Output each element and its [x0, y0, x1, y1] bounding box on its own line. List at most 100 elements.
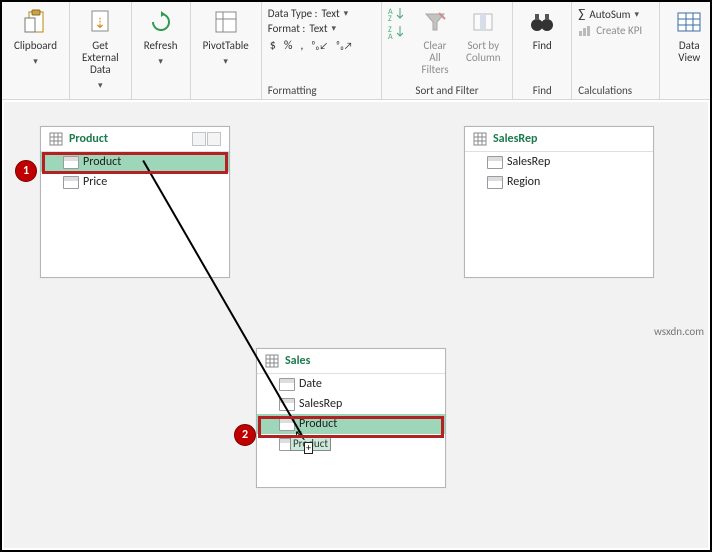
- datatype-row[interactable]: Data Type : Text ▾: [268, 6, 375, 21]
- autosum-label: AutoSum: [589, 8, 630, 21]
- formatting-group-label: Formatting: [268, 80, 375, 97]
- group-refresh: Refresh ▾: [132, 2, 191, 99]
- percent-button[interactable]: %: [284, 39, 293, 53]
- currency-button[interactable]: $: [270, 39, 276, 53]
- table-header-buttons: [192, 132, 221, 146]
- svg-text:Z: Z: [388, 14, 392, 22]
- find-button[interactable]: Find: [519, 6, 565, 54]
- external-data-icon: ⇣: [86, 8, 114, 36]
- table-header[interactable]: Sales: [257, 349, 445, 374]
- format-value: Text: [309, 22, 327, 35]
- field-date[interactable]: Date: [257, 374, 445, 394]
- group-clipboard: Clipboard ▾: [2, 2, 70, 99]
- diagram-canvas[interactable]: Product Product Price SalesRep SalesRep …: [4, 102, 708, 548]
- table-icon: [49, 132, 63, 146]
- field-product2[interactable]: Product: [257, 414, 445, 434]
- field-salesrep[interactable]: SalesRep: [465, 152, 653, 172]
- create-kpi-button[interactable]: Create KPI: [578, 23, 653, 38]
- step-badge-1: 1: [15, 160, 37, 182]
- calc-group-label: Calculations: [578, 80, 653, 97]
- group-pivottable: PivotTable ▾: [191, 2, 262, 99]
- field-price[interactable]: Price: [41, 172, 229, 192]
- chevron-down-icon: ▾: [344, 8, 349, 19]
- format-label: Format :: [268, 22, 306, 35]
- sort-by-column-button[interactable]: Sort by Column: [460, 6, 506, 66]
- refresh-label: Refresh: [144, 40, 178, 52]
- data-view-button[interactable]: Data View: [666, 6, 712, 66]
- sort-column-icon: [469, 8, 497, 36]
- decrease-decimal-button[interactable]: ⁰₀↙: [311, 39, 328, 53]
- datatype-label: Data Type :: [268, 7, 318, 20]
- ribbon: Clipboard ▾ ⇣ Get External Data ▾ Refres…: [2, 2, 710, 100]
- field-unit[interactable]: Unit: [257, 434, 445, 454]
- table-name: Sales: [285, 354, 310, 368]
- table-sales[interactable]: Sales Date SalesRep Product Unit: [256, 348, 446, 488]
- field-region[interactable]: Region: [465, 172, 653, 192]
- step-badge-2: 2: [234, 424, 256, 446]
- field-label: Price: [83, 175, 107, 189]
- group-external-data: ⇣ Get External Data ▾: [70, 2, 132, 99]
- chevron-down-icon: ▾: [634, 9, 639, 20]
- clear-filters-button[interactable]: Clear All Filters: [412, 6, 459, 78]
- group-find: Find Find: [513, 2, 572, 99]
- data-view-label: Data View: [678, 40, 700, 64]
- sort-desc-icon[interactable]: ZA: [388, 24, 406, 40]
- table-view-btn2[interactable]: [207, 132, 221, 146]
- group-calculations: ∑ AutoSum ▾ Create KPI Calculations: [572, 2, 660, 99]
- chevron-down-icon: ▾: [98, 80, 103, 91]
- sort-asc-icon[interactable]: AZ: [388, 6, 406, 22]
- chevron-down-icon: ▾: [223, 56, 228, 67]
- table-name: Product: [69, 132, 108, 146]
- external-data-label: Get External Data: [82, 40, 119, 76]
- sortfilter-group-label: Sort and Filter: [415, 80, 478, 97]
- format-row[interactable]: Format : Text ▾: [268, 21, 375, 36]
- field-product[interactable]: Product: [41, 152, 229, 172]
- comma-button[interactable]: ,: [300, 39, 303, 53]
- svg-text:A: A: [388, 32, 393, 40]
- kpi-icon: [578, 25, 592, 37]
- chevron-down-icon: ▾: [33, 56, 38, 67]
- clipboard-button[interactable]: Clipboard ▾: [8, 6, 63, 69]
- increase-decimal-button[interactable]: ⁰₀↗: [336, 39, 353, 53]
- table-salesrep[interactable]: SalesRep SalesRep Region: [464, 126, 654, 278]
- refresh-button[interactable]: Refresh ▾: [138, 6, 184, 69]
- kpi-label: Create KPI: [596, 24, 642, 37]
- group-formatting: Data Type : Text ▾ Format : Text ▾ $ % ,…: [262, 2, 382, 99]
- pivottable-button[interactable]: PivotTable ▾: [197, 6, 255, 69]
- field-label: SalesRep: [299, 397, 342, 411]
- cursor-plus-icon: +: [304, 442, 313, 454]
- sort-column-label: Sort by Column: [466, 40, 501, 64]
- table-header[interactable]: Product: [41, 127, 229, 152]
- table-icon: [473, 132, 487, 146]
- chevron-down-icon: ▾: [158, 56, 163, 67]
- field-label: SalesRep: [507, 155, 550, 169]
- data-view-icon: [675, 8, 703, 36]
- table-view-btn1[interactable]: [192, 132, 206, 146]
- find-label: Find: [533, 40, 552, 52]
- refresh-icon: [147, 8, 175, 36]
- find-group-label: Find: [533, 80, 552, 97]
- clipboard-icon: [22, 8, 50, 36]
- pivottable-icon: [212, 8, 240, 36]
- binoculars-icon: [528, 8, 556, 36]
- pivottable-label: PivotTable: [203, 40, 249, 52]
- table-header[interactable]: SalesRep: [465, 127, 653, 152]
- chevron-down-icon: ▾: [332, 23, 337, 34]
- clear-filters-icon: [421, 8, 449, 36]
- clear-filters-label: Clear All Filters: [418, 40, 453, 76]
- field-label: Product: [83, 155, 121, 169]
- clipboard-label: Clipboard: [14, 40, 57, 52]
- group-sort-filter: AZ ZA Clear All Filters Sort by Column S…: [382, 2, 514, 99]
- table-product[interactable]: Product Product Price: [40, 126, 230, 278]
- field-label: Date: [299, 377, 322, 391]
- watermark: wsxdn.com: [654, 325, 704, 338]
- svg-text:⇣: ⇣: [94, 15, 106, 32]
- table-name: SalesRep: [493, 132, 537, 146]
- table-icon: [265, 354, 279, 368]
- format-buttons: $ % , ⁰₀↙ ⁰₀↗: [268, 36, 375, 56]
- get-external-data-button[interactable]: ⇣ Get External Data ▾: [76, 6, 125, 93]
- autosum-button[interactable]: ∑ AutoSum ▾: [578, 6, 653, 23]
- sigma-icon: ∑: [578, 7, 585, 22]
- datatype-value: Text: [322, 7, 340, 20]
- group-dataview: Data View: [660, 2, 712, 99]
